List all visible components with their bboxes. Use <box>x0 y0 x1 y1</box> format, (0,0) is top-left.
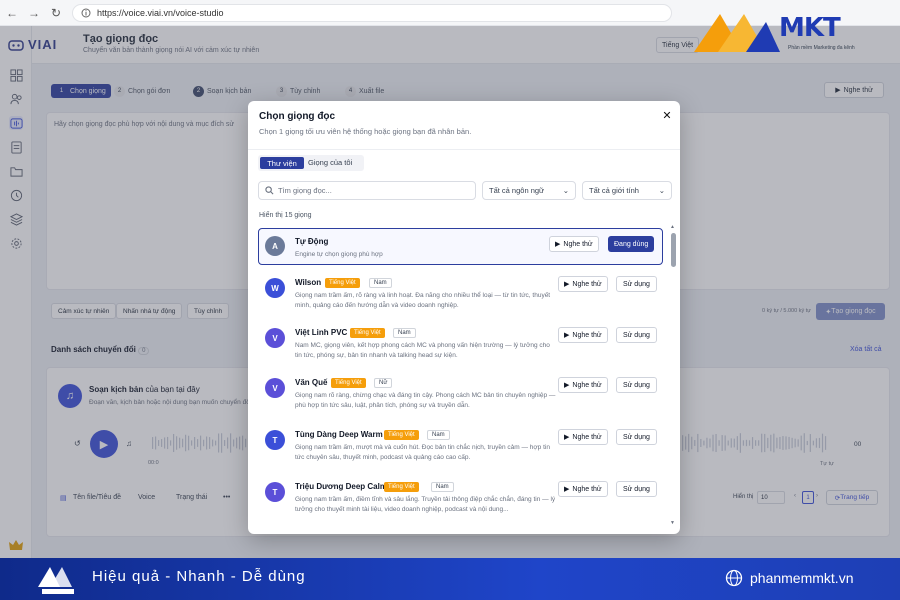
listen-label: Nghe thử <box>572 433 602 441</box>
scroll-down-icon[interactable]: ▼ <box>670 520 675 526</box>
voice-name: Triệu Dương Deep Calm <box>295 482 387 491</box>
listen-button[interactable]: ▶ Nghe thử <box>558 327 608 343</box>
scrollbar-thumb[interactable] <box>671 233 676 267</box>
avatar: T <box>265 430 285 450</box>
using-button[interactable]: Đang dùng <box>608 236 655 252</box>
play-icon: ▶ <box>564 332 570 339</box>
play-icon: ▶ <box>564 486 570 493</box>
voice-desc: Giọng nam trầm ấm, rõ ràng và linh hoạt.… <box>295 292 551 309</box>
gender-tag: Nam <box>427 430 450 440</box>
search-icon <box>265 186 274 195</box>
gender-filter-value: Tất cả giới tính <box>589 186 639 195</box>
language-tag: Tiếng Việt <box>331 378 366 388</box>
avatar: W <box>265 278 285 298</box>
listen-button[interactable]: ▶ Nghe thử <box>549 236 599 252</box>
modal-title: Chọn giọng đọc <box>259 111 336 122</box>
listen-button[interactable]: ▶ Nghe thử <box>558 429 608 445</box>
chevron-down-icon: ⌄ <box>562 186 569 195</box>
site-info-icon[interactable] <box>81 8 91 18</box>
language-tag: Tiếng Việt <box>384 482 419 492</box>
divider <box>248 149 680 150</box>
gender-filter[interactable]: Tất cả giới tính ⌄ <box>582 181 672 200</box>
footer-slogan: Hiệu quả - Nhanh - Dễ dùng <box>92 568 306 585</box>
use-button[interactable]: Sử dụng <box>616 377 657 393</box>
avatar: A <box>265 236 285 256</box>
play-icon: ▶ <box>564 382 570 389</box>
gender-tag: Nam <box>393 328 416 338</box>
tab-library[interactable]: Thư viện <box>260 157 304 169</box>
language-filter-value: Tất cả ngôn ngữ <box>489 186 545 195</box>
footer-website[interactable]: phanmemmkt.vn <box>750 570 853 586</box>
listen-label: Nghe thử <box>572 331 602 339</box>
modal-subtitle: Chọn 1 giọng tối ưu viên hệ thống hoặc g… <box>259 127 472 136</box>
listen-label: Nghe thử <box>563 240 593 248</box>
voice-name: Việt Linh PVC <box>295 328 348 337</box>
voice-name: Văn Quế <box>295 378 328 387</box>
gender-tag: Nữ <box>374 378 393 388</box>
avatar: V <box>265 328 285 348</box>
language-tag: Tiếng Việt <box>350 328 385 338</box>
listen-label: Nghe thử <box>572 280 602 288</box>
use-button[interactable]: Sử dụng <box>616 327 657 343</box>
use-button[interactable]: Sử dụng <box>616 481 657 497</box>
mkt-brand: MKT <box>779 13 841 43</box>
voice-count: Hiển thị 15 giọng <box>259 212 312 219</box>
voice-desc: Giọng nam trầm ấm, mượt mà và cuốn hút. … <box>295 444 550 461</box>
search-input[interactable] <box>278 186 468 195</box>
listen-button[interactable]: ▶ Nghe thử <box>558 276 608 292</box>
voice-desc: Giọng nam trầm ấm, điềm tĩnh và sâu lắng… <box>295 496 556 513</box>
tab-my-voices[interactable]: Giọng của tôi <box>308 158 352 167</box>
play-icon: ▶ <box>564 281 570 288</box>
use-button[interactable]: Sử dụng <box>616 429 657 445</box>
scroll-up-icon[interactable]: ▲ <box>670 224 675 230</box>
address-bar[interactable]: https://voice.viai.vn/voice-studio <box>72 3 672 22</box>
play-icon: ▶ <box>564 434 570 441</box>
listen-button[interactable]: ▶ Nghe thử <box>558 377 608 393</box>
url-text: https://voice.viai.vn/voice-studio <box>97 7 224 18</box>
voice-name: Tùng Dàng Deep Warm <box>295 430 383 439</box>
gender-tag: Nam <box>369 278 392 288</box>
mkt-footer-logo <box>38 567 74 594</box>
language-filter[interactable]: Tất cả ngôn ngữ ⌄ <box>482 181 576 200</box>
reload-icon[interactable]: ↻ <box>50 6 62 20</box>
play-icon: ▶ <box>555 241 561 248</box>
chevron-down-icon: ⌄ <box>658 186 665 195</box>
voice-desc: Giọng nam rõ ràng, chừng chạc và đáng ti… <box>295 392 556 409</box>
mkt-tagline: Phần mềm Marketing đa kênh <box>788 45 855 51</box>
language-tag: Tiếng Việt <box>384 430 419 440</box>
close-icon[interactable]: ✕ <box>661 109 673 122</box>
language-tag: Tiếng Việt <box>325 278 360 288</box>
listen-label: Nghe thử <box>572 485 602 493</box>
globe-icon <box>725 569 743 587</box>
use-button[interactable]: Sử dụng <box>616 276 657 292</box>
voice-search <box>258 181 476 200</box>
gender-tag: Nam <box>431 482 454 492</box>
listen-label: Nghe thử <box>572 381 602 389</box>
avatar: T <box>265 482 285 502</box>
voice-desc: Engine tự chọn giọng phù hợp <box>295 251 383 258</box>
listen-button[interactable]: ▶ Nghe thử <box>558 481 608 497</box>
voice-name: Tự Động <box>295 237 329 246</box>
voice-name: Wilson <box>295 278 322 287</box>
avatar: V <box>265 378 285 398</box>
voice-desc: Nam MC, giọng viên, kết hợp phong cách M… <box>295 342 550 359</box>
back-icon[interactable]: ← <box>6 6 18 20</box>
forward-icon[interactable]: → <box>28 6 40 20</box>
